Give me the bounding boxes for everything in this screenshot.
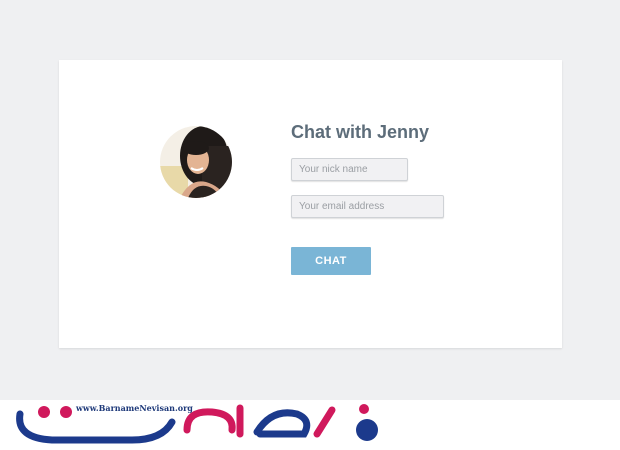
avatar [160, 126, 232, 198]
nick-name-input[interactable] [291, 158, 408, 181]
chat-button[interactable]: CHAT [291, 247, 371, 275]
brand-url: www.BarnameNevisan.org [76, 403, 193, 413]
email-address-input[interactable] [291, 195, 444, 218]
brand-logo [16, 404, 378, 444]
avatar-photo-icon [160, 126, 232, 198]
chat-title: Chat with Jenny [291, 122, 430, 142]
